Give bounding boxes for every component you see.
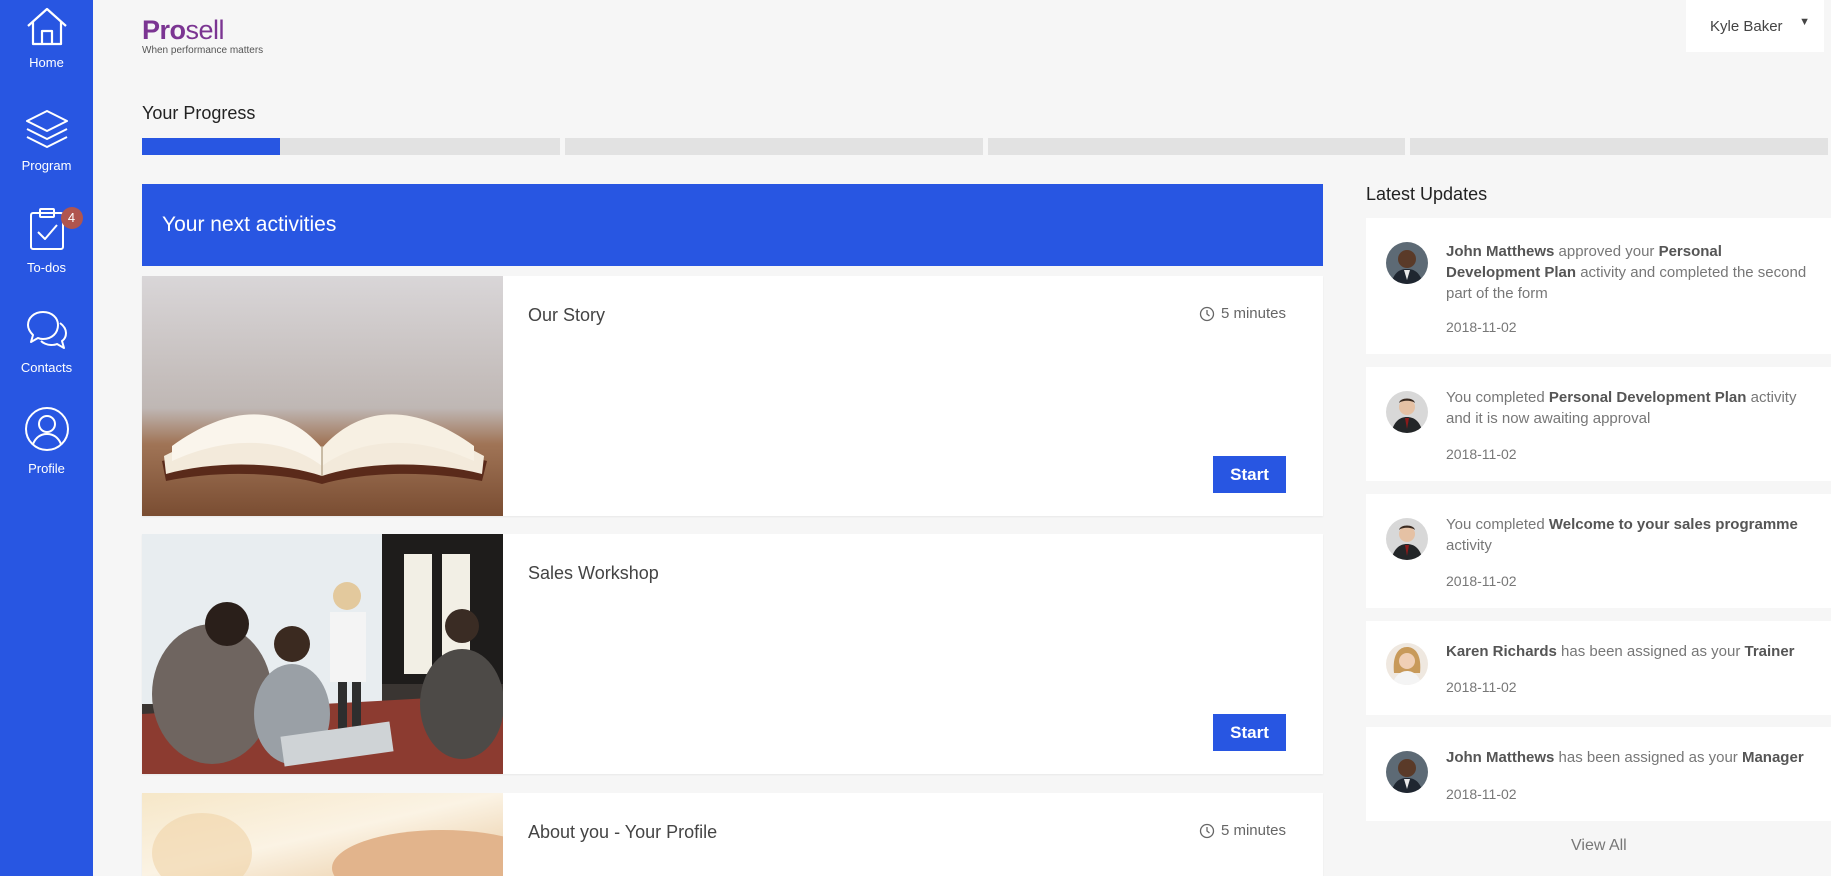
progress-title: Your Progress: [142, 103, 256, 123]
prosell-logo[interactable]: Prosell When performance matters: [142, 16, 263, 56]
update-item: You completed Welcome to your sales prog…: [1366, 494, 1831, 608]
sidebar-item-profile[interactable]: Profile: [0, 404, 93, 504]
update-item: John Matthews has been assigned as your …: [1366, 727, 1831, 821]
sidebar-item-contacts[interactable]: Contacts: [0, 303, 93, 403]
clock-icon: [1199, 306, 1215, 321]
activity-duration: 5 minutes: [1199, 822, 1286, 839]
activity-card-our-story[interactable]: Our Story 5 minutes Start: [142, 276, 1323, 516]
user-name: Kyle Baker: [1710, 17, 1783, 35]
update-text: John Matthews approved your Personal Dev…: [1446, 243, 1807, 302]
update-item: You completed Personal Development Plan …: [1366, 367, 1831, 481]
avatar: [1386, 242, 1428, 284]
caret-down-icon: ▼: [1799, 16, 1810, 28]
sidebar-item-home[interactable]: Home: [0, 0, 93, 100]
progress-segment: [142, 138, 560, 155]
activity-duration: 5 minutes: [1199, 305, 1286, 322]
activity-title[interactable]: About you - Your Profile: [528, 822, 717, 843]
avatar: [1386, 518, 1428, 560]
sidebar-item-program[interactable]: Program: [0, 101, 93, 201]
update-date: 2018-11-02: [1446, 446, 1517, 462]
progress-bar: [142, 138, 1828, 155]
update-date: 2018-11-02: [1446, 573, 1517, 589]
layers-icon: [25, 110, 68, 148]
activity-card-sales-workshop[interactable]: Sales Workshop Start: [142, 534, 1323, 774]
activity-title[interactable]: Sales Workshop: [528, 563, 659, 584]
update-item: Karen Richards has been assigned as your…: [1366, 621, 1831, 715]
sidebar-item-label: Program: [21, 158, 72, 173]
update-date: 2018-11-02: [1446, 786, 1517, 802]
logo-tagline: When performance matters: [142, 45, 264, 56]
sidebar: Home Program 4 To-dos Contacts Profile: [0, 0, 93, 876]
user-menu-dropdown[interactable]: Kyle Baker ▼: [1686, 0, 1824, 52]
sidebar-item-label: To-dos: [26, 260, 67, 275]
avatar: [1386, 751, 1428, 793]
update-text: Karen Richards has been assigned as your…: [1446, 643, 1795, 660]
sidebar-item-todos[interactable]: 4 To-dos: [0, 201, 93, 301]
progress-fill: [142, 138, 280, 155]
activities-header: Your next activities: [142, 184, 1323, 266]
logo-sell-text: sell: [185, 15, 225, 45]
hands-image: [142, 793, 503, 876]
avatar: [1386, 391, 1428, 433]
latest-updates-title: Latest Updates: [1366, 184, 1488, 204]
logo-pro-text: Pro: [142, 15, 186, 45]
home-icon: [26, 7, 67, 46]
book-image: [142, 276, 503, 516]
sidebar-item-label: Contacts: [20, 360, 73, 375]
update-text: John Matthews has been assigned as your …: [1446, 749, 1804, 766]
activity-card-about-you[interactable]: About you - Your Profile 5 minutes: [142, 793, 1323, 876]
update-date: 2018-11-02: [1446, 679, 1517, 695]
activity-title[interactable]: Our Story: [528, 305, 605, 326]
clock-icon: [1199, 823, 1215, 838]
start-button[interactable]: Start: [1213, 714, 1286, 751]
update-item: John Matthews approved your Personal Dev…: [1366, 218, 1831, 354]
clipboard-check-icon: [29, 208, 64, 250]
chat-bubbles-icon: [26, 311, 67, 349]
update-text: You completed Personal Development Plan …: [1446, 389, 1797, 427]
view-all-link[interactable]: View All: [1571, 837, 1627, 855]
progress-segment: [1410, 138, 1828, 155]
avatar: [1386, 643, 1428, 685]
update-text: You completed Welcome to your sales prog…: [1446, 516, 1798, 554]
sidebar-item-label: Profile: [28, 461, 65, 476]
sidebar-item-label: Home: [29, 55, 64, 70]
todos-count-badge: 4: [60, 207, 83, 229]
progress-segment: [564, 138, 983, 155]
user-circle-icon: [24, 407, 69, 451]
progress-segment: [987, 138, 1406, 155]
duration-text: 5 minutes: [1220, 305, 1286, 322]
update-date: 2018-11-02: [1446, 319, 1517, 335]
workshop-image: [142, 534, 503, 774]
start-button[interactable]: Start: [1213, 456, 1286, 493]
duration-text: 5 minutes: [1220, 822, 1286, 839]
